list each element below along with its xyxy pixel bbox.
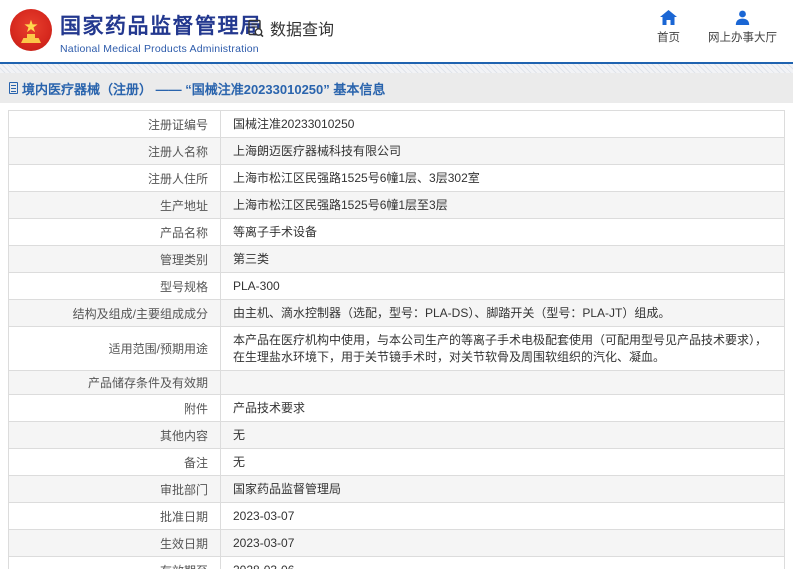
row-value: 产品技术要求 bbox=[233, 401, 306, 415]
row-value: PLA-300 bbox=[233, 279, 280, 293]
row-value: 无 bbox=[233, 428, 246, 442]
row-value: 国家药品监督管理局 bbox=[233, 482, 342, 496]
nav-home[interactable]: 首页 bbox=[657, 10, 680, 45]
table-row: 生产地址 上海市松江区民强路1525号6幢1层至3层 bbox=[9, 192, 784, 219]
document-search-icon bbox=[246, 19, 265, 38]
home-icon bbox=[660, 10, 677, 25]
table-row: 其他内容无 bbox=[9, 422, 784, 449]
nav-home-label: 首页 bbox=[657, 32, 680, 44]
table-row: 注册证编号 国械注准20233010250 bbox=[9, 111, 784, 138]
row-label: 结构及组成/主要组成成分 bbox=[9, 300, 221, 326]
row-label: 生效日期 bbox=[9, 530, 221, 556]
data-query-section[interactable]: 数据查询 bbox=[246, 16, 334, 40]
row-label: 备注 bbox=[9, 449, 221, 475]
table-row: 结构及组成/主要组成成分 由主机、滴水控制器（选配，型号：PLA-DS）、脚踏开关… bbox=[9, 300, 784, 327]
row-value: 2023-03-07 bbox=[233, 536, 295, 550]
table-row: 管理类别 第三类 bbox=[9, 246, 784, 273]
row-value: 第三类 bbox=[233, 252, 270, 266]
table-row: 产品名称 等离子手术设备 bbox=[9, 219, 784, 246]
row-value: 无 bbox=[233, 455, 246, 469]
table-row: 注册人名称 上海朗迈医疗器械科技有限公司 bbox=[9, 138, 784, 165]
row-value bbox=[221, 371, 784, 394]
table-row: 附件 产品技术要求 bbox=[9, 395, 784, 422]
top-navigation: 首页 网上办事大厅 bbox=[657, 10, 777, 45]
table-row: 产品储存条件及有效期 bbox=[9, 371, 784, 395]
data-query-label: 数据查询 bbox=[270, 22, 335, 39]
nav-service-hall[interactable]: 网上办事大厅 bbox=[708, 10, 777, 45]
row-label: 注册人住所 bbox=[9, 165, 221, 191]
row-label: 注册证编号 bbox=[9, 111, 221, 137]
table-row: 批准日期 2023-03-07 bbox=[9, 503, 784, 530]
agency-subtitle: National Medical Products Administration bbox=[60, 43, 259, 55]
table-row: 有效期至2028-03-06 bbox=[9, 557, 784, 569]
row-label: 审批部门 bbox=[9, 476, 221, 502]
agency-title: 国家药品监督管理局 bbox=[60, 15, 263, 38]
row-value: 国械注准20233010250 bbox=[233, 117, 355, 131]
row-label: 适用范围/预期用途 bbox=[9, 327, 221, 370]
row-label: 注册人名称 bbox=[9, 138, 221, 164]
site-header: ★ 国家药品监督管理局 National Medical Products Ad… bbox=[0, 0, 793, 62]
page-title-text: 境内医疗器械（注册） —— “国械注准20233010250” 基本信息 bbox=[22, 81, 386, 97]
emblem-star-icon: ★ bbox=[23, 16, 39, 36]
row-value: 上海市松江区民强路1525号6幢1层、3层302室 bbox=[233, 171, 480, 185]
table-row: 备注无 bbox=[9, 449, 784, 476]
row-value: 由主机、滴水控制器（选配，型号：PLA-DS）、脚踏开关（型号：PLA-JT）组… bbox=[233, 306, 671, 320]
row-value: 上海朗迈医疗器械科技有限公司 bbox=[233, 144, 402, 158]
row-label: 产品储存条件及有效期 bbox=[9, 371, 221, 394]
row-label: 产品名称 bbox=[9, 219, 221, 245]
row-label: 生产地址 bbox=[9, 192, 221, 218]
table-row: 适用范围/预期用途 本产品在医疗机构中使用，与本公司生产的等离子手术电极配套使用（… bbox=[9, 327, 784, 371]
row-label: 批准日期 bbox=[9, 503, 221, 529]
row-label: 其他内容 bbox=[9, 422, 221, 448]
header-hatch-strip bbox=[0, 64, 793, 73]
nav-service-hall-label: 网上办事大厅 bbox=[708, 32, 777, 44]
row-value: 2028-03-06 bbox=[221, 557, 784, 569]
row-label: 附件 bbox=[9, 395, 221, 421]
row-value: 2023-03-07 bbox=[233, 509, 295, 523]
table-row: 生效日期 2023-03-07 bbox=[9, 530, 784, 557]
page-title: 境内医疗器械（注册） —— “国械注准20233010250” 基本信息 bbox=[9, 79, 385, 98]
info-table: 注册证编号 国械注准20233010250 注册人名称 上海朗迈医疗器械科技有限公司注… bbox=[8, 110, 785, 569]
row-label: 型号规格 bbox=[9, 273, 221, 299]
person-icon bbox=[735, 10, 750, 25]
document-icon bbox=[9, 82, 18, 94]
table-row: 审批部门 国家药品监督管理局 bbox=[9, 476, 784, 503]
row-value: 等离子手术设备 bbox=[233, 225, 318, 239]
table-row: 型号规格 PLA-300 bbox=[9, 273, 784, 300]
agency-identity: 国家药品监督管理局 National Medical Products Admi… bbox=[60, 10, 263, 55]
page-title-bar: 境内医疗器械（注册） —— “国械注准20233010250” 基本信息 bbox=[0, 73, 793, 103]
national-emblem-logo: ★ bbox=[10, 9, 52, 51]
row-label: 管理类别 bbox=[9, 246, 221, 272]
row-value: 上海市松江区民强路1525号6幢1层至3层 bbox=[233, 198, 448, 212]
row-value: 本产品在医疗机构中使用，与本公司生产的等离子手术电极配套使用（可配用型号见产品技… bbox=[233, 333, 768, 364]
table-row: 注册人住所 上海市松江区民强路1525号6幢1层、3层302室 bbox=[9, 165, 784, 192]
row-label: 有效期至 bbox=[9, 557, 221, 569]
